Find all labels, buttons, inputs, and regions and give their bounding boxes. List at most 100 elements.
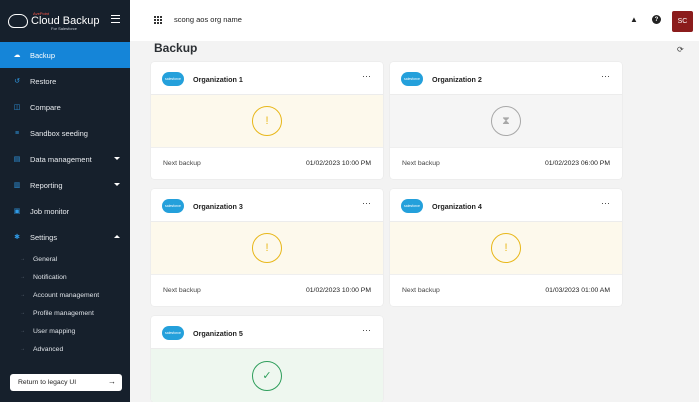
next-backup-label: Next backup [163,287,201,294]
next-backup-label: Next backup [402,287,440,294]
sidebar-item-label: Settings [30,232,58,242]
org-card-status-area: ! [390,222,622,274]
more-options-icon[interactable]: ··· [362,325,371,335]
return-to-legacy-button[interactable]: Return to legacy UI → [10,374,122,391]
submenu-item-general[interactable]: → General [0,250,130,268]
more-options-icon[interactable]: ··· [601,71,610,81]
org-card-status-area: ! [151,222,383,274]
org-card-title: Organization 4 [432,202,482,211]
org-card-title: Organization 2 [432,75,482,84]
org-card-title: Organization 3 [193,202,243,211]
more-options-icon[interactable]: ··· [362,198,371,208]
submenu-item-label: Advanced [33,345,64,353]
arrow-right-icon: → [20,256,25,262]
help-icon[interactable]: ? [652,15,661,24]
arrow-right-icon: → [20,274,25,280]
compare-icon: ◫ [13,104,21,111]
arrow-right-icon: → [108,377,116,386]
gear-icon: ✱ [14,234,20,241]
sidebar-nav: ☁ Backup ↺ Restore ◫ Compare ≡ Sandbox s… [0,42,130,250]
hourglass-icon: ⧗ [491,106,521,136]
legacy-button-label: Return to legacy UI [18,379,77,386]
chevron-down-icon [114,183,120,186]
org-card: salesforce Organization 1 ··· ! Next bac… [151,62,383,179]
sidebar-item-job-monitor[interactable]: ▣ Job monitor [0,198,130,224]
sidebar-item-reporting[interactable]: ▥ Reporting [0,172,130,198]
chevron-up-icon [114,235,120,238]
more-options-icon[interactable]: ··· [362,71,371,81]
sidebar-item-label: Job monitor [30,206,70,216]
sidebar-item-backup[interactable]: ☁ Backup [0,42,130,68]
org-card-status-area: ⧗ [390,95,622,147]
bell-icon[interactable]: ▲ [630,15,638,24]
warning-icon: ! [252,106,282,136]
app-logo: AvePoint Cloud Backup For Salesforce [0,0,130,42]
cloud-logo-icon [8,14,28,28]
sidebar-item-compare[interactable]: ◫ Compare [0,94,130,120]
arrow-right-icon: → [20,310,25,316]
restore-icon: ↺ [14,78,20,85]
avatar[interactable]: SC [672,11,693,32]
org-card-status-area: ! [151,95,383,147]
monitor-icon: ▣ [13,208,21,215]
submenu-item-label: General [33,255,58,263]
sidebar-item-label: Restore [30,76,57,86]
submenu-item-label: Profile management [33,309,94,317]
salesforce-logo-icon: salesforce [401,199,423,213]
next-backup-value: 01/02/2023 10:00 PM [306,287,371,294]
org-card-title: Organization 5 [193,329,243,338]
cloud-upload-icon: ☁ [13,52,21,59]
submenu-item-advanced[interactable]: → Advanced [0,340,130,358]
org-card: salesforce Organization 5 ··· ✓ [151,316,383,402]
chevron-down-icon [114,157,120,160]
sidebar-item-restore[interactable]: ↺ Restore [0,68,130,94]
sidebar-item-label: Backup [30,50,56,60]
org-card: salesforce Organization 2 ··· ⧗ Next bac… [390,62,622,179]
salesforce-logo-icon: salesforce [162,326,184,340]
next-backup-value: 01/02/2023 06:00 PM [545,160,610,167]
top-bar: scong aos org name ▲ ? SC [130,0,699,41]
database-icon: ≡ [14,129,20,137]
salesforce-logo-icon: salesforce [162,72,184,86]
submenu-item-profile-management[interactable]: → Profile management [0,304,130,322]
submenu-item-notification[interactable]: → Notification [0,268,130,286]
org-card: salesforce Organization 3 ··· ! Next bac… [151,189,383,306]
page-title: Backup [154,41,198,55]
next-backup-value: 01/02/2023 10:00 PM [306,160,371,167]
org-card: salesforce Organization 4 ··· ! Next bac… [390,189,622,306]
submenu-item-label: Account management [33,291,100,299]
org-card-status-area: ✓ [151,349,383,402]
submenu-item-user-mapping[interactable]: → User mapping [0,322,130,340]
arrow-right-icon: → [20,328,25,334]
submenu-item-account-management[interactable]: → Account management [0,286,130,304]
submenu-item-label: User mapping [33,327,76,335]
sidebar-item-label: Compare [30,102,61,112]
more-options-icon[interactable]: ··· [601,198,610,208]
org-card-title: Organization 1 [193,75,243,84]
next-backup-label: Next backup [163,160,201,167]
org-switcher-icon[interactable] [154,16,162,24]
submenu-item-label: Notification [33,273,67,281]
sidebar-item-data-management[interactable]: ▤ Data management [0,146,130,172]
salesforce-logo-icon: salesforce [162,199,184,213]
check-icon: ✓ [252,360,282,391]
next-backup-value: 01/03/2023 01:00 AM [545,287,610,294]
menu-toggle-icon[interactable] [111,15,120,23]
warning-icon: ! [252,233,282,263]
refresh-icon[interactable]: ⟳ [677,45,684,54]
settings-submenu: → General → Notification → Account manag… [0,250,130,358]
sidebar-item-label: Reporting [30,180,63,190]
arrow-right-icon: → [20,292,25,298]
org-name[interactable]: scong aos org name [174,15,242,24]
sidebar-item-label: Data management [30,154,92,164]
sidebar: AvePoint Cloud Backup For Salesforce ☁ B… [0,0,130,402]
chart-icon: ▥ [13,182,21,189]
sidebar-item-settings[interactable]: ✱ Settings [0,224,130,250]
warning-icon: ! [491,233,521,263]
sidebar-item-sandbox-seeding[interactable]: ≡ Sandbox seeding [0,120,130,146]
salesforce-logo-icon: salesforce [401,72,423,86]
app-subtitle: For Salesforce [51,25,78,31]
arrow-right-icon: → [20,346,25,352]
data-icon: ▤ [13,156,21,163]
sidebar-item-label: Sandbox seeding [30,128,88,138]
